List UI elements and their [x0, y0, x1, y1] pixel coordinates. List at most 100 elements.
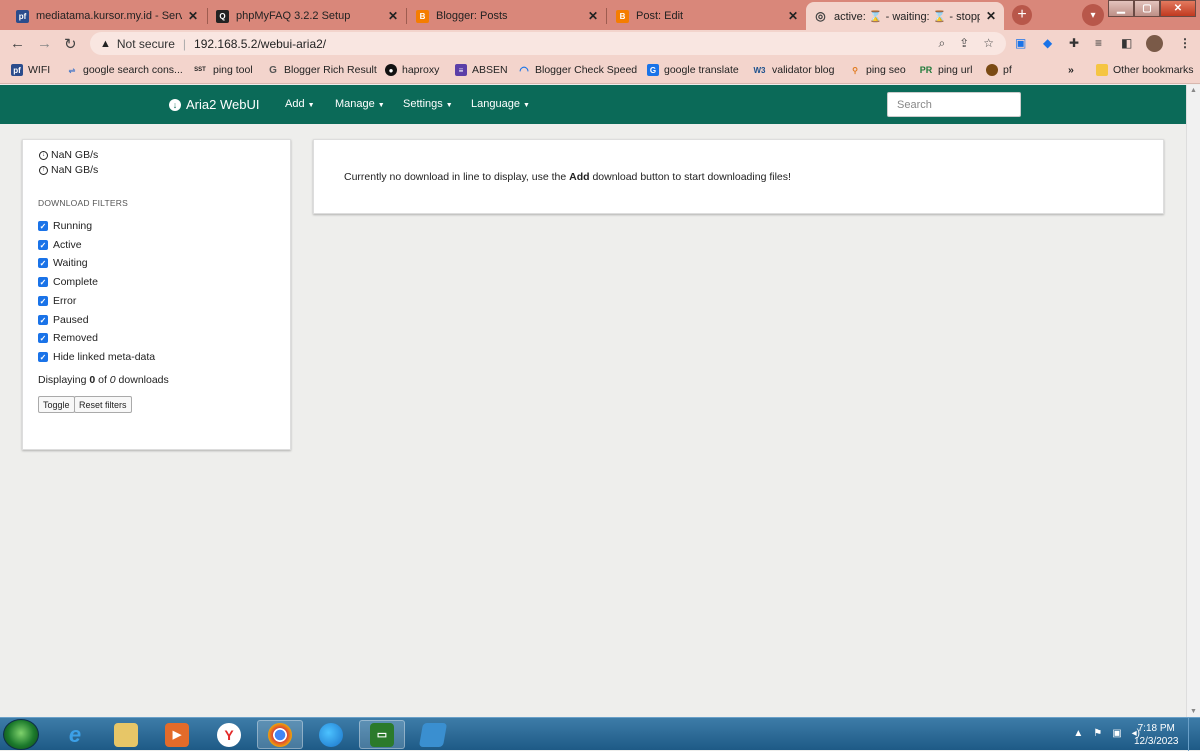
tray-expand-icon[interactable]: ▲	[1073, 728, 1083, 739]
address-bar[interactable]: ▲ Not secure | 192.168.5.2/webui-aria2/ …	[90, 32, 1006, 55]
bookmark-google-translate[interactable]: Ggoogle translate	[647, 64, 739, 76]
minimize-button[interactable]: ▁	[1108, 0, 1134, 17]
checkbox-removed[interactable]: ✓	[38, 333, 48, 343]
caret-down-icon: ▼	[445, 102, 453, 109]
menu-kebab-icon[interactable]: ⋮	[1179, 36, 1191, 50]
bookmark-check-speed[interactable]: ◠ Blogger Check Speed	[518, 64, 637, 77]
show-desktop-button[interactable]	[1188, 718, 1200, 751]
menu-add[interactable]: Add ▼	[285, 98, 315, 110]
other-bookmarks[interactable]: Other bookmarks	[1096, 64, 1194, 76]
clock[interactable]: 7:18 PM 12/3/2023	[1134, 722, 1179, 748]
bookmark-ping-url[interactable]: PR ping url	[919, 64, 973, 76]
bookmark-search-console[interactable]: ⇌ google search cons...	[66, 64, 183, 76]
close-icon[interactable]: ✕	[188, 9, 198, 23]
bookmark-star-icon[interactable]: ☆	[983, 36, 994, 51]
filter-error[interactable]: ✓ Error	[38, 295, 76, 307]
action-center-icon[interactable]: ⚑	[1093, 728, 1102, 739]
not-secure-label[interactable]: Not secure	[117, 37, 175, 51]
start-button[interactable]	[3, 719, 39, 750]
filter-removed[interactable]: ✓ Removed	[38, 332, 98, 344]
bookmark-absen[interactable]: ≡ ABSEN	[455, 64, 508, 76]
bookmark-haproxy[interactable]: ● haproxy	[385, 64, 439, 76]
reading-list-icon[interactable]: ≡	[1095, 36, 1102, 50]
remote-desktop-icon: ▭	[370, 722, 394, 747]
filter-paused[interactable]: ✓ Paused	[38, 314, 89, 326]
download-speed-value: NaN GB/s	[51, 149, 99, 161]
close-icon[interactable]: ✕	[588, 9, 598, 23]
filter-active[interactable]: ✓ Active	[38, 239, 82, 251]
warning-icon[interactable]: ▲	[100, 38, 111, 50]
more-bookmarks-button[interactable]: »	[1068, 64, 1074, 76]
tab-search-button[interactable]: ▾	[1082, 4, 1104, 26]
taskbar-ie[interactable]: e	[52, 720, 98, 749]
tab-blogger-posts[interactable]: B Blogger: Posts ✕	[408, 2, 606, 30]
close-icon[interactable]: ✕	[388, 9, 398, 23]
tab-aria2-active[interactable]: ◎ active: ⌛ - waiting: ⌛ - stopped: ⌛ ✕	[806, 2, 1004, 30]
caret-down-icon: ▼	[522, 102, 530, 109]
scroll-up-icon[interactable]: ▲	[1190, 87, 1197, 94]
displaying-mid: of	[95, 374, 110, 386]
back-icon[interactable]: ←	[10, 35, 25, 52]
bookmark-wifi[interactable]: pf WIFI	[11, 64, 50, 76]
search-input[interactable]	[887, 92, 1021, 117]
bookmark-ping-seo[interactable]: ⚲ ping seo	[849, 64, 906, 76]
forward-icon[interactable]: →	[37, 35, 52, 52]
zoom-icon[interactable]: ⌕	[938, 36, 945, 51]
taskbar-remote-desktop[interactable]: ▭	[359, 720, 405, 749]
taskbar-yandex[interactable]: Y	[206, 720, 252, 749]
filter-label: Running	[53, 220, 93, 232]
bookmark-validator[interactable]: W3 validator blog	[752, 64, 835, 76]
upload-speed: ↑ NaN GB/s	[39, 164, 98, 176]
maximize-button[interactable]: ▢	[1134, 0, 1160, 17]
checkbox-paused[interactable]: ✓	[38, 315, 48, 325]
avatar[interactable]	[1146, 35, 1163, 52]
menu-manage[interactable]: Manage ▼	[335, 98, 385, 110]
displaying-prefix: Displaying	[38, 374, 90, 386]
media-player-icon: ▶	[165, 722, 189, 747]
checkbox-complete[interactable]: ✓	[38, 277, 48, 287]
bookmark-pf[interactable]: pf	[986, 64, 1012, 76]
app-brand[interactable]: ↓ Aria2 WebUI	[169, 97, 259, 112]
tag-extension-icon[interactable]: ◆	[1043, 36, 1052, 50]
menu-settings[interactable]: Settings ▼	[403, 98, 453, 110]
checkbox-active[interactable]: ✓	[38, 240, 48, 250]
taskbar-chrome[interactable]	[257, 720, 303, 749]
filter-running[interactable]: ✓ Running	[38, 220, 92, 232]
taskbar-app[interactable]	[410, 720, 456, 749]
checkbox-running[interactable]: ✓	[38, 221, 48, 231]
share-icon[interactable]: ⇪	[959, 36, 969, 51]
filter-label: Hide linked meta-data	[53, 351, 156, 363]
extensions-icon[interactable]: ✚	[1069, 36, 1079, 50]
bookmark-ping-tool[interactable]: SST ping tool	[192, 64, 253, 76]
taskbar-explorer[interactable]	[103, 720, 149, 749]
tab-mediatama[interactable]: pf mediatama.kursor.my.id - Service ✕	[8, 2, 206, 30]
translate-extension-icon[interactable]: ▣	[1015, 36, 1026, 50]
checkbox-hide-metadata[interactable]: ✓	[38, 352, 48, 362]
filters-title: DOWNLOAD FILTERS	[38, 198, 128, 208]
side-panel-icon[interactable]: ◧	[1121, 36, 1132, 50]
close-window-button[interactable]: ✕	[1160, 0, 1196, 17]
close-icon[interactable]: ✕	[986, 9, 996, 23]
pf-circle-icon	[986, 64, 998, 76]
checkbox-waiting[interactable]: ✓	[38, 258, 48, 268]
taskbar: e ▶ Y ▭ ▲ ⚑ ▣ ◂) 7:18 PM 12/3/2023	[0, 717, 1200, 751]
scroll-down-icon[interactable]: ▼	[1190, 708, 1197, 715]
menu-language[interactable]: Language ▼	[471, 98, 530, 110]
taskbar-edge[interactable]	[308, 720, 354, 749]
reload-icon[interactable]: ↻	[64, 35, 77, 53]
toggle-button[interactable]: Toggle	[38, 396, 75, 413]
new-tab-button[interactable]: +	[1012, 5, 1032, 25]
filter-waiting[interactable]: ✓ Waiting	[38, 257, 88, 269]
tab-phpmyfaq[interactable]: Q phpMyFAQ 3.2.2 Setup ✕	[208, 2, 406, 30]
bookmark-rich-result[interactable]: G Blogger Rich Result	[267, 64, 377, 76]
tab-post-edit[interactable]: B Post: Edit ✕	[608, 2, 806, 30]
filter-hide-metadata[interactable]: ✓ Hide linked meta-data	[38, 351, 155, 363]
filter-complete[interactable]: ✓ Complete	[38, 276, 98, 288]
page-scrollbar[interactable]: ▲ ▼	[1186, 85, 1200, 717]
checkbox-error[interactable]: ✓	[38, 296, 48, 306]
reset-filters-button[interactable]: Reset filters	[74, 396, 132, 413]
url-text[interactable]: 192.168.5.2/webui-aria2/	[194, 37, 326, 51]
network-icon[interactable]: ▣	[1112, 728, 1121, 739]
close-icon[interactable]: ✕	[788, 9, 798, 23]
taskbar-media[interactable]: ▶	[154, 720, 200, 749]
